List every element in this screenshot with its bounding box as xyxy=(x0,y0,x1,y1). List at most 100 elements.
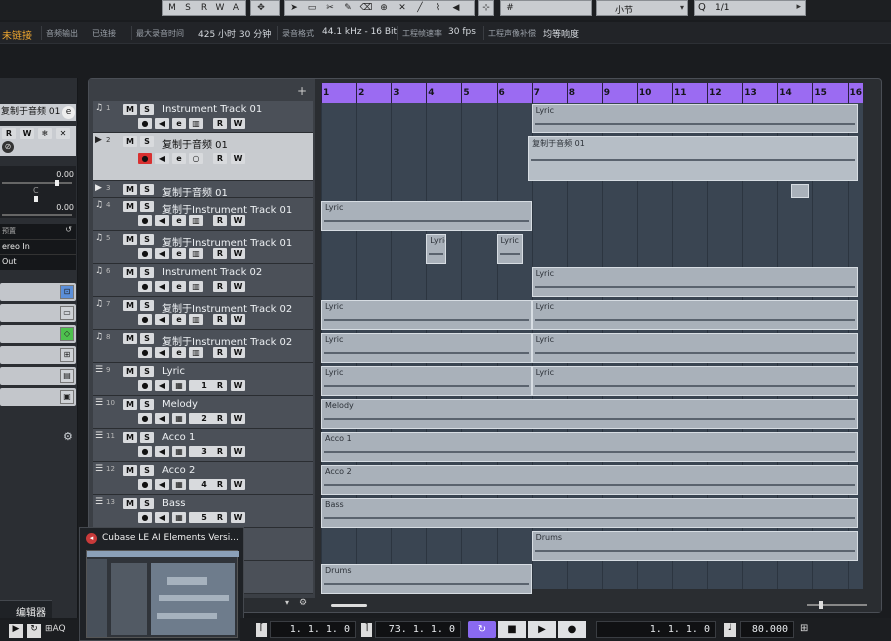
record-enable-button[interactable]: ● xyxy=(138,413,152,424)
track-solo-button[interactable]: S xyxy=(140,366,154,377)
erase-tool-icon[interactable]: ⌫ xyxy=(359,2,373,15)
inspector-read-button[interactable]: R xyxy=(2,128,16,139)
write-button[interactable]: W xyxy=(231,413,245,424)
write-button[interactable]: W xyxy=(231,314,245,325)
write-button[interactable]: W xyxy=(231,153,245,164)
read-button[interactable]: R xyxy=(213,413,227,424)
quantize-select[interactable]: Q 1/1 ▸ xyxy=(694,0,806,16)
inspector-freeze-button[interactable]: ❄ xyxy=(38,128,52,139)
track-row[interactable]: ☰ 13 M S Bass ● ◀ ▦ 5 R W xyxy=(93,495,313,528)
monitor-button[interactable]: ◀ xyxy=(155,446,169,457)
instrument-icon[interactable]: ▥ xyxy=(189,314,203,325)
channel-icon[interactable]: ▦ xyxy=(172,413,186,424)
channel-icon[interactable]: ⊞ xyxy=(60,348,74,362)
stop-button[interactable]: ■ xyxy=(498,621,526,638)
event-display[interactable]: Lyric 复制于音频 01 Lyric Lyric Lyric Lyric Lyric Ly… xyxy=(321,103,863,594)
midi-part[interactable]: Melody xyxy=(321,399,859,429)
read-button[interactable]: R xyxy=(213,512,227,523)
snap-type-select[interactable]: 小节 ▾ xyxy=(596,0,688,16)
ruler[interactable]: 1 2 3 4 5 6 7 8 9 10 11 12 13 14 15 16 xyxy=(321,83,863,103)
record-enable-button[interactable]: ● xyxy=(138,479,152,490)
track-name[interactable]: Lyric xyxy=(162,366,185,377)
track-solo-button[interactable]: S xyxy=(140,300,154,311)
zoom-slider-handle[interactable] xyxy=(819,601,823,609)
track-solo-button[interactable]: S xyxy=(140,465,154,476)
track-solo-button[interactable]: S xyxy=(140,399,154,410)
channel-icon[interactable]: ▦ xyxy=(172,446,186,457)
track-solo-button[interactable]: S xyxy=(140,432,154,443)
record-enable-button[interactable]: ● xyxy=(138,512,152,523)
refresh-icon[interactable]: ↺ xyxy=(65,225,72,234)
global-read-button[interactable]: R xyxy=(197,2,211,15)
pan-slider-handle[interactable] xyxy=(34,196,38,202)
left-locator-field[interactable]: 1. 1. 1. 0 xyxy=(270,621,356,638)
volume-slider-handle[interactable] xyxy=(55,180,59,186)
inspector-section-row[interactable]: ⊡ xyxy=(0,283,76,301)
track-solo-button[interactable]: S xyxy=(140,498,154,509)
track-name[interactable]: Instrument Track 01 xyxy=(162,104,262,115)
track-name[interactable]: 复制于Instrument Track 01 xyxy=(162,234,292,249)
track-mute-button[interactable]: M xyxy=(123,300,137,311)
monitor-button[interactable]: ◀ xyxy=(155,215,169,226)
position-field[interactable]: 1. 1. 1. 0 xyxy=(596,621,716,638)
instrument-icon[interactable]: ▥ xyxy=(189,215,203,226)
settings-icon[interactable]: ▣ xyxy=(60,390,74,404)
taskbar-preview-popup[interactable]: ◂ Cubase LE AI Elements Versi... xyxy=(79,527,244,641)
record-enable-button[interactable]: ● xyxy=(138,118,152,129)
midi-part[interactable]: Acco 2 xyxy=(321,465,859,495)
read-button[interactable]: R xyxy=(213,314,227,325)
lock-button[interactable]: ○ xyxy=(189,153,203,164)
midi-part[interactable]: Bass xyxy=(321,498,859,528)
draw-tool-icon[interactable]: ✎ xyxy=(341,2,355,15)
midi-part[interactable]: Lyric xyxy=(496,234,523,264)
edit-instrument-button[interactable]: e xyxy=(172,248,186,259)
read-button[interactable]: R xyxy=(213,446,227,457)
track-solo-button[interactable]: S xyxy=(140,234,154,245)
record-enable-button[interactable]: ● xyxy=(138,248,152,259)
line-tool-icon[interactable]: ╱ xyxy=(413,2,427,15)
snap-toggle-button[interactable]: ⊹ xyxy=(478,0,494,16)
pan-slider[interactable] xyxy=(2,214,72,216)
chevron-down-icon[interactable]: ▾ xyxy=(285,598,289,607)
lock-icon[interactable]: ⊘ xyxy=(2,141,14,153)
edit-instrument-button[interactable]: e xyxy=(172,314,186,325)
mute-tool-icon[interactable]: ✕ xyxy=(395,2,409,15)
track-name[interactable]: Acco 1 xyxy=(162,432,195,443)
volume-slider[interactable] xyxy=(2,182,72,184)
write-button[interactable]: W xyxy=(231,347,245,358)
track-name[interactable]: Melody xyxy=(162,399,198,410)
track-solo-button[interactable]: S xyxy=(140,333,154,344)
track-row[interactable]: ♫ 5 M S 复制于Instrument Track 01 ● ◀ e ▥ R W xyxy=(93,231,313,264)
channel-icon[interactable]: ▦ xyxy=(172,479,186,490)
inspector-section-row[interactable]: ◇ xyxy=(0,325,76,343)
track-solo-button[interactable]: S xyxy=(140,184,154,195)
monitor-button[interactable]: ◀ xyxy=(155,380,169,391)
play-button[interactable]: ▶ xyxy=(528,621,556,638)
tempo-field[interactable]: 80.000 xyxy=(740,621,794,638)
read-button[interactable]: R xyxy=(213,118,227,129)
track-solo-button[interactable]: S xyxy=(140,136,154,147)
read-button[interactable]: R xyxy=(213,347,227,358)
monitor-button[interactable]: ◀ xyxy=(155,118,169,129)
record-enable-button[interactable]: ● xyxy=(138,281,152,292)
midi-part[interactable] xyxy=(791,184,809,198)
read-button[interactable]: R xyxy=(213,479,227,490)
midi-part[interactable]: Lyric xyxy=(531,300,859,330)
midi-part[interactable]: Lyric xyxy=(321,366,532,396)
tempo-track-icon[interactable]: ⊞ xyxy=(800,623,808,634)
inspector-section-row[interactable]: ▤ xyxy=(0,367,76,385)
instrument-icon[interactable]: ▥ xyxy=(189,347,203,358)
track-row[interactable]: ☰ 9 M S Lyric ● ◀ ▦ 1 R W xyxy=(93,363,313,396)
read-button[interactable]: R xyxy=(213,248,227,259)
midi-part[interactable]: Lyric xyxy=(426,234,446,264)
track-solo-button[interactable]: S xyxy=(140,267,154,278)
record-enable-button[interactable]: ● xyxy=(138,380,152,391)
instrument-icon[interactable]: ▥ xyxy=(189,248,203,259)
audio-quantize-icon[interactable]: ⊞AQ xyxy=(45,624,75,638)
global-solo-button[interactable]: S xyxy=(181,2,195,15)
track-name[interactable]: 复制于音频 01 xyxy=(162,136,228,151)
record-enable-button[interactable]: ● xyxy=(138,347,152,358)
input-routing-select[interactable]: ereo In xyxy=(0,239,76,253)
midi-part[interactable]: Drums xyxy=(321,564,532,594)
monitor-button[interactable]: ◀ xyxy=(155,153,169,164)
